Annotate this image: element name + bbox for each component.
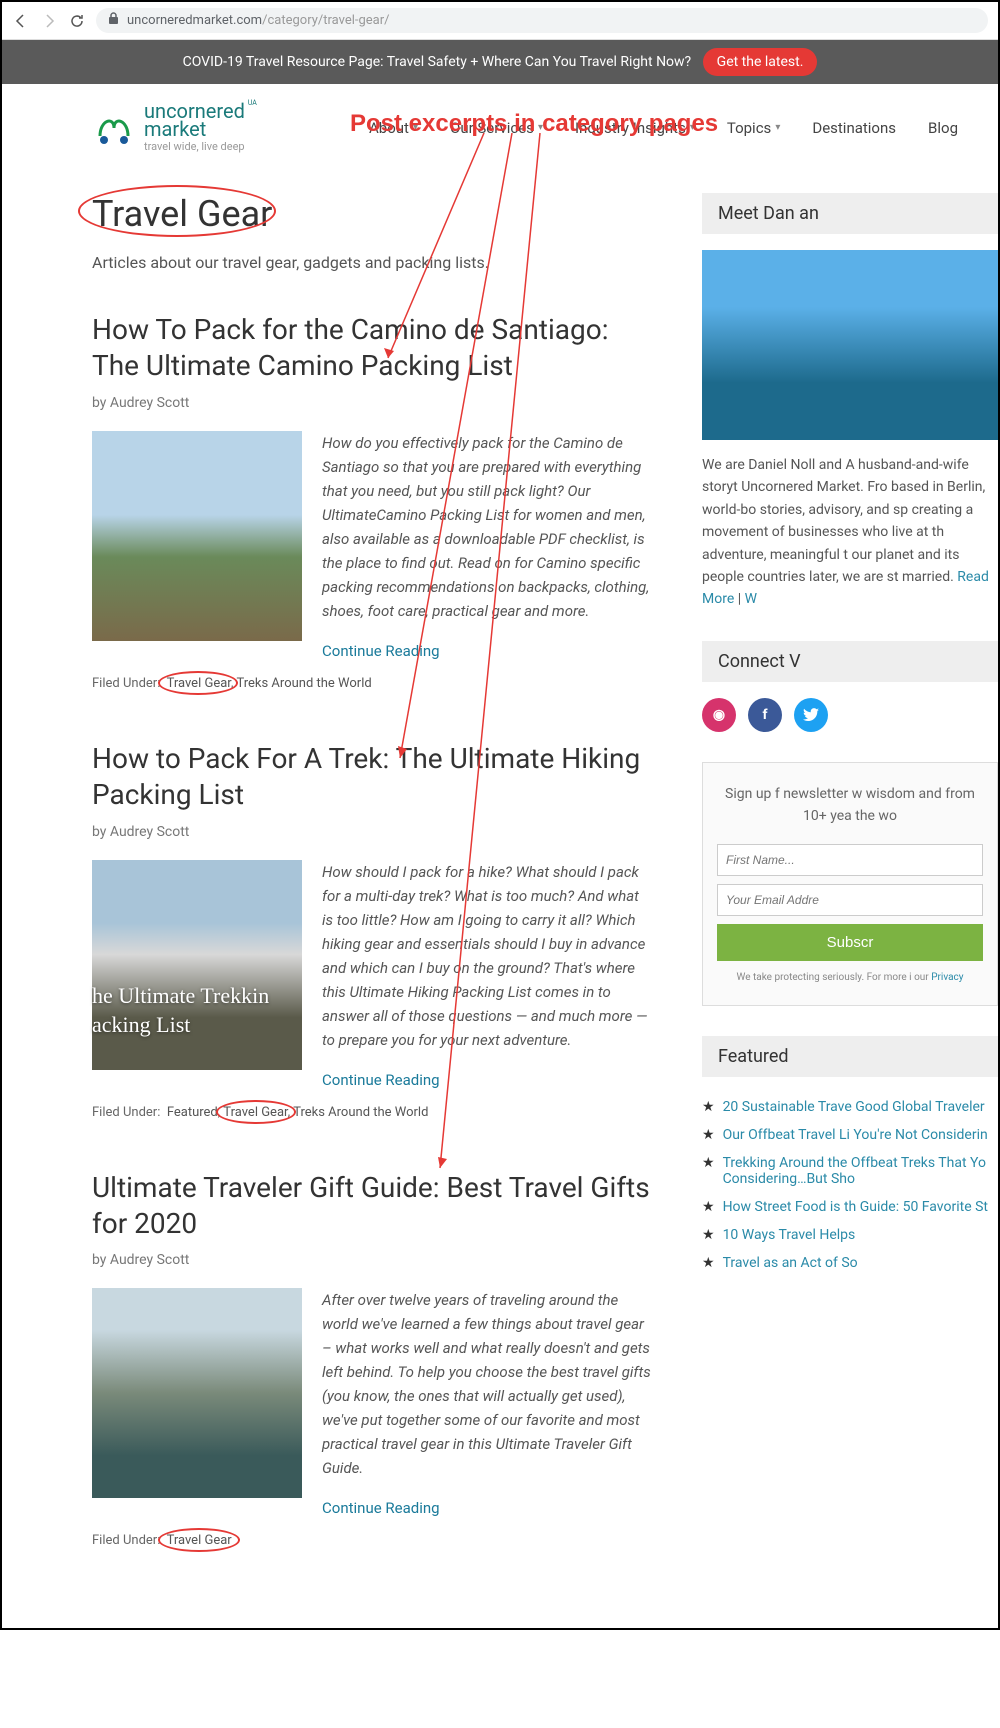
twitter-icon[interactable] [794,698,828,732]
post-title[interactable]: How to Pack For A Trek: The Ultimate Hik… [92,741,652,814]
nav-destinations[interactable]: Destinations [812,119,896,137]
announcement-text: COVID-19 Travel Resource Page: Travel Sa… [183,54,692,70]
address-bar[interactable]: uncorneredmarket.com/category/travel-gea… [96,8,988,33]
continue-reading-link[interactable]: Continue Reading [322,642,440,660]
post-categories: Filed Under: Travel Gear [92,1533,652,1548]
forward-button[interactable] [40,12,58,30]
star-icon: ★ [702,1155,715,1187]
featured-item: ★ 20 Sustainable Trave Good Global Travel… [702,1093,998,1121]
post-item: How to Pack For A Trek: The Ultimate Hik… [92,741,652,1120]
post-author: by Audrey Scott [92,1252,652,1268]
sidebar-heading-featured: Featured [702,1036,998,1077]
work-link[interactable]: W [745,591,757,607]
featured-link[interactable]: 20 Sustainable Trave Good Global Travele… [723,1099,985,1115]
image-text-overlay: he Ultimate Trekkin acking List [92,982,269,1039]
social-row: ◉ f [702,698,998,732]
nav-topics[interactable]: Topics▾ [727,119,780,137]
post-categories: Filed Under: Travel Gear, Treks Around t… [92,676,652,691]
category-tag[interactable]: Treks Around the World [236,676,371,691]
site-logo[interactable]: uncorneredUA market travel wide, live de… [92,102,245,153]
featured-item: ★Trekking Around the Offbeat Treks That … [702,1149,998,1193]
sidebar: Meet Dan an We are Daniel Noll and A hus… [702,193,998,1598]
main-content: Travel Gear Articles about our travel ge… [92,193,652,1598]
privacy-link[interactable]: Privacy [931,972,963,983]
featured-item: ★ How Street Food is th Guide: 50 Favorit… [702,1193,998,1221]
post-thumbnail[interactable]: he Ultimate Trekkin acking List [92,860,302,1070]
subscribe-button[interactable]: Subscr [717,924,983,961]
post-author: by Audrey Scott [92,395,652,411]
instagram-icon[interactable]: ◉ [702,698,736,732]
annotation-label: Post excerpts in category pages [350,110,718,138]
category-tag[interactable]: Travel Gear [223,1105,287,1120]
featured-link[interactable]: 10 Ways Travel Helps [723,1227,856,1243]
category-title: Travel Gear [92,193,272,235]
back-button[interactable] [12,12,30,30]
featured-link[interactable]: Trekking Around the Offbeat Treks That Y… [723,1155,998,1187]
sidebar-heading-meet: Meet Dan an [702,193,998,234]
post-item: How To Pack for the Camino de Santiago: … [92,312,652,691]
post-thumbnail[interactable] [92,431,302,641]
continue-reading-link[interactable]: Continue Reading [322,1071,440,1089]
url-text: uncorneredmarket.com/category/travel-gea… [127,13,390,28]
featured-link[interactable]: How Street Food is th Guide: 50 Favorite… [723,1199,988,1215]
post-author: by Audrey Scott [92,824,652,840]
post-thumbnail[interactable] [92,1288,302,1498]
browser-toolbar: uncorneredmarket.com/category/travel-gea… [2,2,998,40]
category-tag[interactable]: Travel Gear [167,1533,232,1548]
post-title[interactable]: Ultimate Traveler Gift Guide: Best Trave… [92,1170,652,1243]
category-description: Articles about our travel gear, gadgets … [92,253,652,272]
featured-posts-list: ★ 20 Sustainable Trave Good Global Travel… [702,1093,998,1277]
star-icon: ★ [702,1127,715,1143]
post-excerpt: How do you effectively pack for the Cami… [322,431,652,623]
star-icon: ★ [702,1255,715,1271]
continue-reading-link[interactable]: Continue Reading [322,1499,440,1517]
featured-item: ★ Our Offbeat Travel Li You're Not Consid… [702,1121,998,1149]
newsletter-signup: Sign up f newsletter w wisdom and from 1… [702,762,998,1006]
first-name-input[interactable] [717,844,983,876]
post-title[interactable]: How To Pack for the Camino de Santiago: … [92,312,652,385]
category-tag[interactable]: Featured [167,1105,218,1120]
announcement-bar: COVID-19 Travel Resource Page: Travel Sa… [2,40,998,84]
featured-item: ★ 10 Ways Travel Helps [702,1221,998,1249]
featured-link[interactable]: Our Offbeat Travel Li You're Not Conside… [723,1127,988,1143]
reload-button[interactable] [68,12,86,30]
star-icon: ★ [702,1199,715,1215]
logo-icon [92,106,136,150]
post-categories: Filed Under: Featured, Travel Gear, Trek… [92,1105,652,1120]
nav-blog[interactable]: Blog [928,119,958,137]
category-tag[interactable]: Travel Gear [167,676,231,691]
facebook-icon[interactable]: f [748,698,782,732]
sidebar-bio: We are Daniel Noll and A husband-and-wif… [702,454,998,611]
post-excerpt: After over twelve years of traveling aro… [322,1288,652,1480]
category-tag[interactable]: Treks Around the World [293,1105,428,1120]
star-icon: ★ [702,1099,715,1115]
star-icon: ★ [702,1227,715,1243]
signup-text: Sign up f newsletter w wisdom and from 1… [717,783,983,828]
featured-item: ★ Travel as an Act of So [702,1249,998,1277]
sidebar-heading-connect: Connect V [702,641,998,682]
lock-icon [108,12,119,29]
post-excerpt: How should I pack for a hike? What shoul… [322,860,652,1052]
privacy-note: We take protecting seriously. For more i… [717,971,983,985]
post-item: Ultimate Traveler Gift Guide: Best Trave… [92,1170,652,1549]
featured-link[interactable]: Travel as an Act of So [723,1255,858,1271]
announcement-cta[interactable]: Get the latest. [703,48,818,76]
email-input[interactable] [717,884,983,916]
sidebar-author-photo [702,250,998,440]
chevron-down-icon: ▾ [775,122,780,133]
